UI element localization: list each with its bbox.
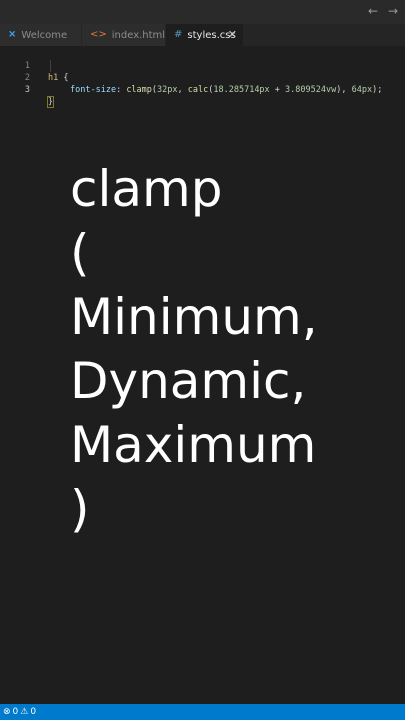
caption-line: Dynamic, xyxy=(70,352,307,410)
errors-count: 0 xyxy=(12,707,19,717)
warning-triangle-icon: ⚠ xyxy=(20,707,29,717)
status-bar: ⊗ 0 ⚠ 0 xyxy=(0,704,405,720)
code-line-1: 1 h1 { xyxy=(0,48,405,83)
tab-index-html[interactable]: <> index.html xyxy=(82,24,166,46)
title-bar: ← → xyxy=(0,0,405,24)
navigation-arrows: ← → xyxy=(367,3,399,19)
caption-line: clamp xyxy=(70,160,223,218)
code-line-3: 3 } xyxy=(0,72,405,108)
tab-label: Welcome xyxy=(21,29,68,41)
calc-viewport-value: 3.809524vw xyxy=(285,85,337,95)
comma: , xyxy=(341,85,352,95)
vscode-window: ← → ⨯ Welcome <> index.html # styles.css… xyxy=(0,0,405,720)
line-number: 3 xyxy=(24,85,30,95)
css-file-icon: # xyxy=(174,29,183,40)
close-icon[interactable]: ✕ xyxy=(228,29,237,41)
problems-indicator[interactable]: ⊗ 0 ⚠ 0 xyxy=(3,704,36,720)
code-line-2: 2 font-size: clamp(32px, calc(18.285714p… xyxy=(0,60,405,95)
comma: , xyxy=(177,85,188,95)
caption-line: ( xyxy=(70,224,90,282)
code-text: font-size: clamp(32px, calc(18.285714px … xyxy=(70,84,382,96)
min-value: 32px xyxy=(157,85,178,95)
closing-paren-semicolon: ); xyxy=(372,85,383,95)
tab-styles-css[interactable]: # styles.css ✕ xyxy=(166,24,244,46)
clamp-function: clamp xyxy=(126,85,152,95)
calc-base-value: 18.285714px xyxy=(213,85,270,95)
html-file-icon: <> xyxy=(90,29,107,40)
arrow-right-icon[interactable]: → xyxy=(387,3,399,19)
code-text: } xyxy=(46,96,55,108)
caption-line: ) xyxy=(70,480,90,538)
max-value: 64px xyxy=(351,85,373,95)
tab-welcome[interactable]: ⨯ Welcome xyxy=(0,24,82,46)
error-circle-icon: ⊗ xyxy=(3,707,11,717)
warnings-count: 0 xyxy=(30,707,37,717)
arrow-left-icon[interactable]: ← xyxy=(367,3,379,19)
calc-function: calc xyxy=(187,85,209,95)
caption-line: Maximum xyxy=(70,416,317,474)
colon: : xyxy=(116,85,127,95)
css-property: font-size xyxy=(70,85,117,95)
tab-bar: ⨯ Welcome <> index.html # styles.css ✕ xyxy=(0,24,405,46)
operator: + xyxy=(269,85,286,95)
tab-label: index.html xyxy=(111,29,166,41)
caption-line: Minimum, xyxy=(70,288,318,346)
caption-overlay: clamp ( Minimum, Dynamic, Maximum ) xyxy=(70,157,400,541)
vscode-logo-icon: ⨯ xyxy=(8,29,17,40)
close-brace: } xyxy=(46,96,55,108)
